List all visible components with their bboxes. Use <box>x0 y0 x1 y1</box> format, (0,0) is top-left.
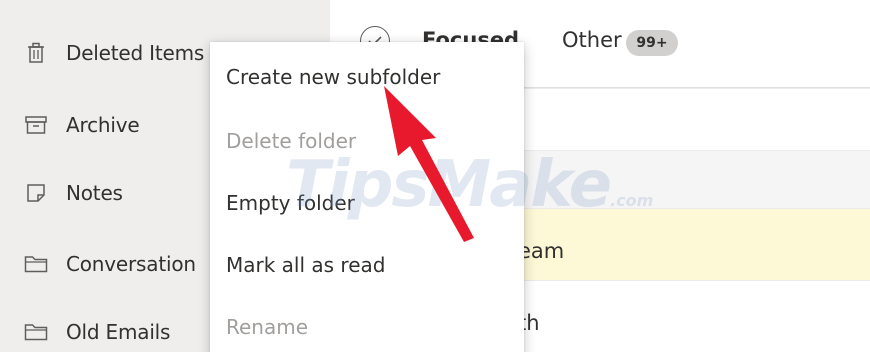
note-icon <box>24 181 48 205</box>
folder-label: Notes <box>66 181 123 205</box>
tab-other[interactable]: Other <box>562 28 622 52</box>
folder-label: Old Emails <box>66 320 171 344</box>
message-subject: eam <box>518 239 565 263</box>
annotation-arrow <box>384 86 474 242</box>
folder-label: Deleted Items <box>66 41 205 65</box>
watermark-suffix: .com <box>610 191 654 210</box>
menu-item-rename: Rename <box>210 296 524 352</box>
folder-icon <box>24 252 48 276</box>
folder-icon <box>24 320 48 344</box>
folder-label: Archive <box>66 113 140 137</box>
archive-icon <box>24 113 48 137</box>
folder-label: Conversation <box>66 252 196 276</box>
menu-item-label: Mark all as read <box>226 253 386 277</box>
unread-count-badge: 99+ <box>626 30 678 56</box>
outlook-window: Deleted Items Archive Notes Conversation… <box>0 0 870 352</box>
menu-item-label: Rename <box>226 315 309 339</box>
trash-icon <box>24 41 48 65</box>
